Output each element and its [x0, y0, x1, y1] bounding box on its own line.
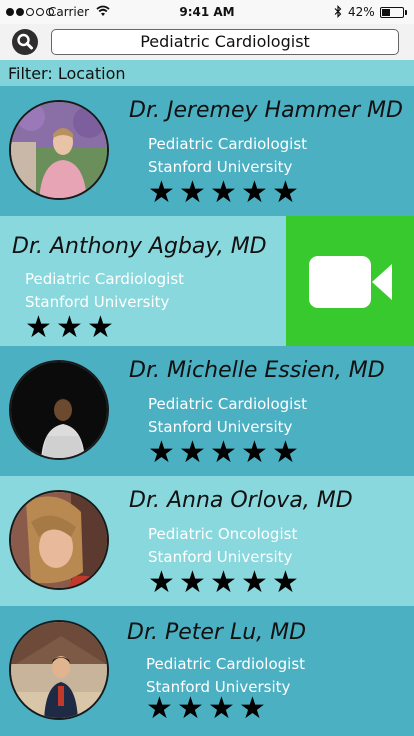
star-icon: ★	[25, 310, 52, 345]
star-rating: ★ ★ ★	[23, 313, 116, 343]
star-icon: ★	[179, 565, 206, 600]
battery-nub	[405, 10, 407, 15]
star-icon: ★	[272, 175, 299, 210]
doctor-institution: Stanford University	[148, 418, 293, 436]
star-rating: ★ ★ ★ ★	[144, 694, 268, 724]
doctor-name[interactable]: Dr. Anthony Agbay, MD	[12, 234, 267, 259]
star-icon: ★	[239, 691, 266, 726]
filter-label[interactable]: Filter: Location	[8, 64, 126, 83]
search-input[interactable]: Pediatric Cardiologist	[51, 29, 399, 55]
star-icon: ★	[210, 565, 237, 600]
star-rating: ★ ★ ★ ★ ★	[146, 438, 301, 468]
star-icon: ★	[179, 175, 206, 210]
star-icon: ★	[146, 691, 173, 726]
doctor-specialty: Pediatric Cardiologist	[25, 270, 185, 288]
star-icon: ★	[148, 435, 175, 470]
doctor-specialty: Pediatric Cardiologist	[148, 135, 308, 153]
doctor-specialty: Pediatric Oncologist	[148, 525, 298, 543]
doctor-institution: Stanford University	[25, 293, 170, 311]
star-icon: ★	[148, 175, 175, 210]
doctor-row[interactable]: Dr. Peter Lu, MD Pediatric Cardiologist …	[0, 606, 414, 736]
doctor-institution: Stanford University	[148, 548, 293, 566]
star-icon: ★	[177, 691, 204, 726]
doctor-row[interactable]: Dr. Anthony Agbay, MD Pediatric Cardiolo…	[0, 216, 414, 346]
status-bar: Carrier 9:41 AM 42%	[0, 0, 414, 24]
star-icon: ★	[210, 175, 237, 210]
star-rating: ★ ★ ★ ★ ★	[146, 568, 301, 598]
doctor-avatar	[9, 100, 109, 200]
star-icon: ★	[208, 691, 235, 726]
doctor-institution: Stanford University	[148, 158, 293, 176]
star-icon: ★	[241, 435, 268, 470]
doctor-specialty: Pediatric Cardiologist	[148, 395, 308, 413]
star-icon: ★	[241, 175, 268, 210]
doctor-row[interactable]: Dr. Anna Orlova, MD Pediatric Oncologist…	[0, 476, 414, 606]
doctor-row[interactable]: Dr. Michelle Essien, MD Pediatric Cardio…	[0, 346, 414, 476]
doctor-name[interactable]: Dr. Michelle Essien, MD	[129, 358, 385, 383]
star-icon: ★	[272, 565, 299, 600]
search-button[interactable]	[12, 29, 38, 55]
search-bar: Pediatric Cardiologist	[0, 24, 414, 60]
star-rating: ★ ★ ★ ★ ★	[146, 178, 301, 208]
doctor-avatar	[9, 360, 109, 460]
star-icon: ★	[87, 310, 114, 345]
star-icon: ★	[179, 435, 206, 470]
doctor-row[interactable]: Dr. Jeremey Hammer MD Pediatric Cardiolo…	[0, 86, 414, 216]
doctor-avatar	[9, 490, 109, 590]
battery-percentage: 42%	[348, 5, 375, 19]
doctor-name[interactable]: Dr. Peter Lu, MD	[127, 620, 306, 645]
search-icon	[17, 33, 33, 50]
doctor-avatar	[9, 620, 109, 720]
doctor-name[interactable]: Dr. Anna Orlova, MD	[129, 488, 353, 513]
doctor-specialty: Pediatric Cardiologist	[146, 655, 306, 673]
star-icon: ★	[56, 310, 83, 345]
filter-bar[interactable]: Filter: Location	[0, 60, 414, 86]
star-icon: ★	[272, 435, 299, 470]
battery-level	[382, 9, 390, 16]
doctor-name[interactable]: Dr. Jeremey Hammer MD	[129, 98, 403, 123]
video-camera-icon	[309, 256, 392, 308]
star-icon: ★	[148, 565, 175, 600]
video-call-button[interactable]	[286, 216, 414, 346]
bluetooth-icon	[334, 5, 342, 18]
battery-icon	[380, 7, 404, 18]
star-icon: ★	[241, 565, 268, 600]
star-icon: ★	[210, 435, 237, 470]
